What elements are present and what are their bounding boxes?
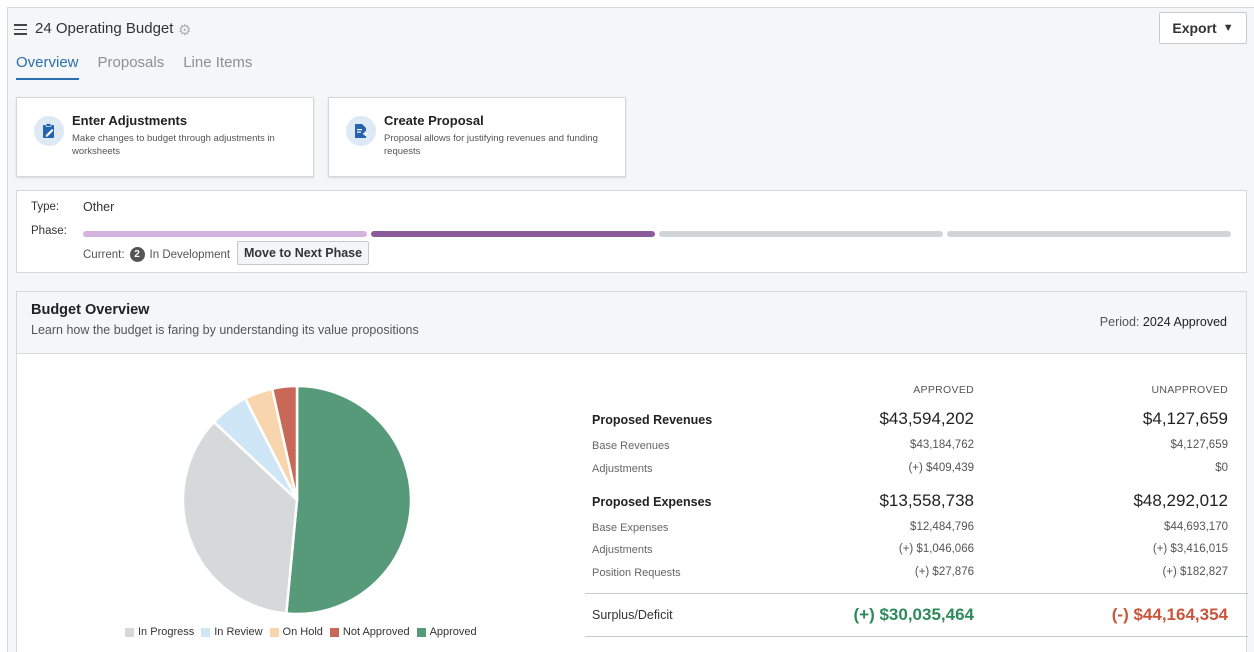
period-value: 2024 Approved (1142, 315, 1227, 329)
document-add-icon (346, 116, 376, 146)
legend-swatch (201, 627, 211, 637)
legend-label: On Hold (282, 626, 323, 638)
row-unapproved: $4,127,659 (1170, 439, 1228, 451)
phase-panel: Type: Other Phase: Current: 2 In Develop… (16, 190, 1247, 273)
row-unapproved: $4,127,659 (1142, 409, 1228, 428)
row-unapproved: $48,292,012 (1133, 491, 1228, 510)
phase-segment-1 (83, 231, 367, 237)
create-proposal-card[interactable]: Create Proposal Proposal allows for just… (328, 97, 626, 177)
row-approved: $43,184,762 (910, 439, 974, 451)
tab-line-items[interactable]: Line Items (183, 54, 252, 80)
card-title: Enter Adjustments (72, 113, 188, 128)
current-label: Current: (83, 248, 125, 261)
top-bar: 24 Operating Budget ⚙ Export ▼ Overview … (8, 8, 1254, 83)
type-label: Type: (31, 201, 60, 213)
menu-icon[interactable] (14, 24, 27, 35)
legend-swatch (416, 627, 426, 637)
row-approved: (+) $1,046,066 (898, 543, 974, 555)
legend-item: In Review (201, 626, 263, 638)
divider (585, 636, 1248, 637)
clipboard-edit-icon (34, 116, 64, 146)
row-approved: (+) $409,439 (908, 462, 974, 474)
row-label: Adjustments (592, 544, 653, 556)
caret-down-icon: ▼ (1222, 22, 1234, 34)
divider (585, 593, 1248, 594)
row-label: Proposed Expenses (592, 495, 712, 509)
legend-label: Not Approved (342, 626, 410, 638)
approved-column-header: APPROVED (913, 384, 974, 396)
surplus-unapproved: (-) $44,164,354 (1111, 605, 1228, 624)
row-approved: (+) $27,876 (914, 566, 974, 578)
export-button[interactable]: Export ▼ (1159, 12, 1247, 44)
row-label: Position Requests (592, 567, 681, 579)
card-title: Create Proposal (384, 113, 484, 128)
legend-label: In Progress (138, 626, 195, 638)
legend-item: In Progress (125, 626, 194, 638)
status-pie-chart (182, 385, 412, 615)
unapproved-column-header: UNAPPROVED (1151, 384, 1228, 396)
tab-proposals[interactable]: Proposals (98, 54, 165, 80)
row-approved: $12,484,796 (910, 521, 974, 533)
page-title: 24 Operating Budget (35, 20, 174, 37)
legend-item: Approved (416, 626, 477, 638)
legend-item: On Hold (269, 626, 323, 638)
row-approved: $43,594,202 (879, 409, 974, 428)
overview-subtitle: Learn how the budget is faring by unders… (31, 323, 419, 337)
gear-icon[interactable]: ⚙ (178, 21, 191, 39)
row-label: Base Expenses (592, 522, 669, 534)
current-phase: Current: 2 In Development (83, 247, 230, 262)
period-selector[interactable]: Period: 2024 Approved (1100, 315, 1227, 329)
legend-swatch (269, 627, 279, 637)
pie-slice-approved[interactable] (284, 385, 412, 615)
current-phase-name: In Development (149, 248, 231, 261)
overview-title: Budget Overview (31, 302, 150, 318)
phase-segment-3 (659, 231, 943, 237)
card-description: Proposal allows for justifying revenues … (384, 133, 598, 157)
phase-label: Phase: (31, 225, 67, 237)
row-unapproved: (+) $182,827 (1162, 566, 1228, 578)
app-window: 24 Operating Budget ⚙ Export ▼ Overview … (7, 7, 1254, 652)
export-label: Export (1172, 20, 1217, 36)
legend-swatch (125, 627, 134, 637)
phase-segment-2 (371, 231, 655, 237)
phase-segment-4 (947, 231, 1231, 237)
legend-label: Approved (429, 626, 477, 638)
row-approved: $13,558,738 (879, 491, 974, 510)
budget-overview-panel: Budget Overview Learn how the budget is … (16, 291, 1248, 652)
tab-overview[interactable]: Overview (16, 54, 79, 80)
row-label: Adjustments (592, 463, 653, 475)
row-unapproved: (+) $3,416,015 (1152, 543, 1228, 555)
legend-label: In Review (214, 626, 263, 638)
enter-adjustments-card[interactable]: Enter Adjustments Make changes to budget… (16, 97, 314, 177)
row-unapproved: $0 (1215, 462, 1228, 474)
row-label: Base Revenues (592, 440, 670, 452)
overview-header: Budget Overview Learn how the budget is … (17, 292, 1246, 354)
period-label: Period: (1099, 315, 1140, 329)
legend-item: Not Approved (329, 626, 410, 638)
row-unapproved: $44,693,170 (1164, 521, 1228, 533)
row-label: Proposed Revenues (592, 413, 713, 427)
card-description: Make changes to budget through adjustmen… (72, 133, 275, 157)
tab-bar: Overview Proposals Line Items (16, 54, 252, 80)
surplus-approved: (+) $30,035,464 (853, 605, 974, 624)
surplus-deficit-label: Surplus/Deficit (592, 608, 673, 622)
type-value: Other (83, 200, 115, 214)
pie-legend: In Progress In Review On Hold Not Approved A… (125, 626, 477, 638)
move-to-next-phase-button[interactable]: Move to Next Phase (237, 241, 370, 265)
phase-number-badge: 2 (129, 247, 145, 262)
legend-swatch (329, 627, 339, 637)
